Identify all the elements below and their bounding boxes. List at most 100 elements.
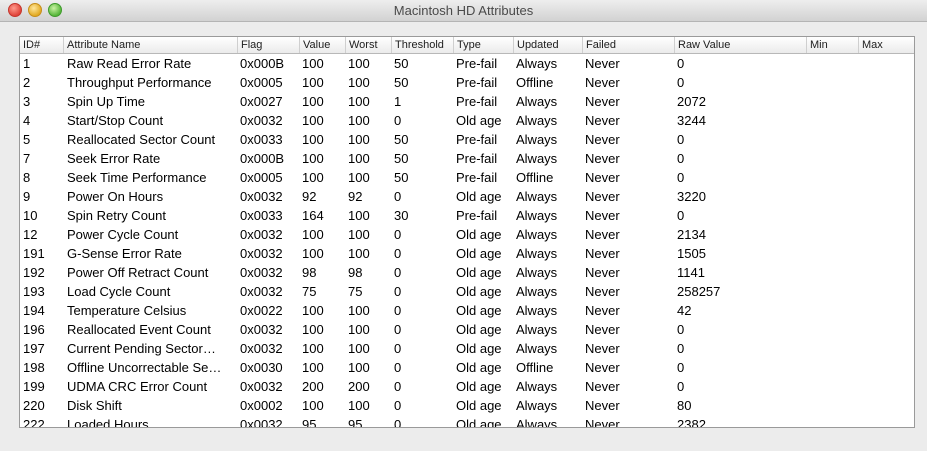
- worst-cell: 100: [348, 303, 370, 318]
- column-header-threshold[interactable]: Threshold: [391, 37, 453, 53]
- raw-value-cell: 0: [677, 132, 685, 147]
- table-row[interactable]: 1 Raw Read Error Rate 0x000B 100 100 50 Pre-fa…: [20, 54, 914, 73]
- raw-value-cell: 3220: [677, 189, 706, 204]
- threshold-cell: 0: [394, 113, 402, 128]
- id-cell: 10: [23, 208, 38, 223]
- type-cell: Old age: [456, 303, 502, 318]
- table-row[interactable]: 3 Spin Up Time 0x0027 100 100 1 Pre-fail Always…: [20, 92, 914, 111]
- raw-value-cell: 42: [677, 303, 692, 318]
- raw-value-cell: 2134: [677, 227, 706, 242]
- threshold-cell: 50: [394, 56, 409, 71]
- column-header-min[interactable]: Min: [806, 37, 858, 53]
- table-row[interactable]: 198 Offline Uncorrectable Se… 0x0030 100 100…: [20, 358, 914, 377]
- value-cell: 92: [302, 189, 317, 204]
- threshold-cell: 50: [394, 151, 409, 166]
- column-header-name[interactable]: Attribute Name: [63, 37, 237, 53]
- raw-value-cell: 0: [677, 341, 685, 356]
- updated-cell: Always: [516, 113, 558, 128]
- raw-value-cell: 0: [677, 170, 685, 185]
- table-row[interactable]: 222 Loaded Hours 0x0032 95 95 0 Old age Always N…: [20, 415, 914, 427]
- attribute-name-cell: Reallocated Sector Count: [67, 132, 216, 147]
- column-header-max[interactable]: Max: [858, 37, 914, 53]
- table-row[interactable]: 196 Reallocated Event Count 0x0032 100 100 0 O…: [20, 320, 914, 339]
- failed-cell: Never: [585, 75, 620, 90]
- table-row[interactable]: 197 Current Pending Sector… 0x0032 100 100 0 O…: [20, 339, 914, 358]
- column-header-type[interactable]: Type: [453, 37, 513, 53]
- attributes-window: Macintosh HD Attributes ID# Attribute Na…: [0, 0, 927, 451]
- min-cell: [806, 225, 858, 244]
- worst-cell: 100: [348, 341, 370, 356]
- column-header-value[interactable]: Value: [299, 37, 345, 53]
- updated-cell: Always: [516, 341, 558, 356]
- column-header-flag[interactable]: Flag: [237, 37, 299, 53]
- attribute-name-cell: Disk Shift: [67, 398, 122, 413]
- column-header-worst[interactable]: Worst: [345, 37, 391, 53]
- type-cell: Pre-fail: [456, 132, 498, 147]
- table-row[interactable]: 192 Power Off Retract Count 0x0032 98 98 0 Old…: [20, 263, 914, 282]
- type-cell: Old age: [456, 398, 502, 413]
- table-row[interactable]: 199 UDMA CRC Error Count 0x0032 200 200 0 Old …: [20, 377, 914, 396]
- min-cell: [806, 130, 858, 149]
- attribute-name-cell: Spin Retry Count: [67, 208, 166, 223]
- attributes-table[interactable]: ID# Attribute Name Flag Value Worst Thre…: [19, 36, 915, 428]
- attribute-name-cell: Seek Time Performance: [67, 170, 207, 185]
- min-cell: [806, 244, 858, 263]
- column-header-raw-value[interactable]: Raw Value: [674, 37, 806, 53]
- updated-cell: Always: [516, 94, 558, 109]
- id-cell: 192: [23, 265, 45, 280]
- attribute-name-cell: Power Off Retract Count: [67, 265, 209, 280]
- table-row[interactable]: 4 Start/Stop Count 0x0032 100 100 0 Old age Alw…: [20, 111, 914, 130]
- raw-value-cell: 0: [677, 379, 685, 394]
- value-cell: 98: [302, 265, 317, 280]
- max-cell: [858, 396, 914, 415]
- worst-cell: 100: [348, 56, 370, 71]
- updated-cell: Always: [516, 265, 558, 280]
- table-row[interactable]: 2 Throughput Performance 0x0005 100 100 50 Pre…: [20, 73, 914, 92]
- table-row[interactable]: 10 Spin Retry Count 0x0033 164 100 30 Pre-fail…: [20, 206, 914, 225]
- threshold-cell: 0: [394, 265, 402, 280]
- threshold-cell: 0: [394, 246, 402, 261]
- table-row[interactable]: 9 Power On Hours 0x0032 92 92 0 Old age Always N…: [20, 187, 914, 206]
- value-cell: 100: [302, 341, 324, 356]
- table-row[interactable]: 193 Load Cycle Count 0x0032 75 75 0 Old age Alw…: [20, 282, 914, 301]
- id-cell: 194: [23, 303, 45, 318]
- raw-value-cell: 0: [677, 75, 685, 90]
- max-cell: [858, 54, 914, 73]
- worst-cell: 100: [348, 360, 370, 375]
- type-cell: Pre-fail: [456, 94, 498, 109]
- table-row[interactable]: 191 G-Sense Error Rate 0x0032 100 100 0 Old ag…: [20, 244, 914, 263]
- worst-cell: 75: [348, 284, 363, 299]
- failed-cell: Never: [585, 322, 620, 337]
- failed-cell: Never: [585, 265, 620, 280]
- column-header-id[interactable]: ID#: [20, 37, 63, 53]
- table-row[interactable]: 5 Reallocated Sector Count 0x0033 100 100 50 P…: [20, 130, 914, 149]
- value-cell: 75: [302, 284, 317, 299]
- type-cell: Old age: [456, 189, 502, 204]
- column-header-failed[interactable]: Failed: [582, 37, 674, 53]
- flag-cell: 0x0033: [240, 208, 283, 223]
- id-cell: 9: [23, 189, 31, 204]
- flag-cell: 0x0027: [240, 94, 283, 109]
- table-row[interactable]: 8 Seek Time Performance 0x0005 100 100 50 Pre-…: [20, 168, 914, 187]
- max-cell: [858, 377, 914, 396]
- threshold-cell: 0: [394, 303, 402, 318]
- threshold-cell: 30: [394, 208, 409, 223]
- table-row[interactable]: 7 Seek Error Rate 0x000B 100 100 50 Pre-fail Al…: [20, 149, 914, 168]
- worst-cell: 100: [348, 75, 370, 90]
- table-row[interactable]: 220 Disk Shift 0x0002 100 100 0 Old age Always N…: [20, 396, 914, 415]
- min-cell: [806, 320, 858, 339]
- max-cell: [858, 168, 914, 187]
- window-title: Macintosh HD Attributes: [393, 3, 534, 18]
- value-cell: 100: [302, 151, 324, 166]
- updated-cell: Always: [516, 227, 558, 242]
- raw-value-cell: 1505: [677, 246, 706, 261]
- table-row[interactable]: 12 Power Cycle Count 0x0032 100 100 0 Old age A…: [20, 225, 914, 244]
- id-cell: 193: [23, 284, 45, 299]
- title-bar[interactable]: Macintosh HD Attributes: [0, 0, 927, 22]
- column-header-updated[interactable]: Updated: [513, 37, 582, 53]
- updated-cell: Offline: [516, 170, 554, 185]
- max-cell: [858, 149, 914, 168]
- value-cell: 100: [302, 170, 324, 185]
- failed-cell: Never: [585, 170, 620, 185]
- table-row[interactable]: 194 Temperature Celsius 0x0022 100 100 0 Old a…: [20, 301, 914, 320]
